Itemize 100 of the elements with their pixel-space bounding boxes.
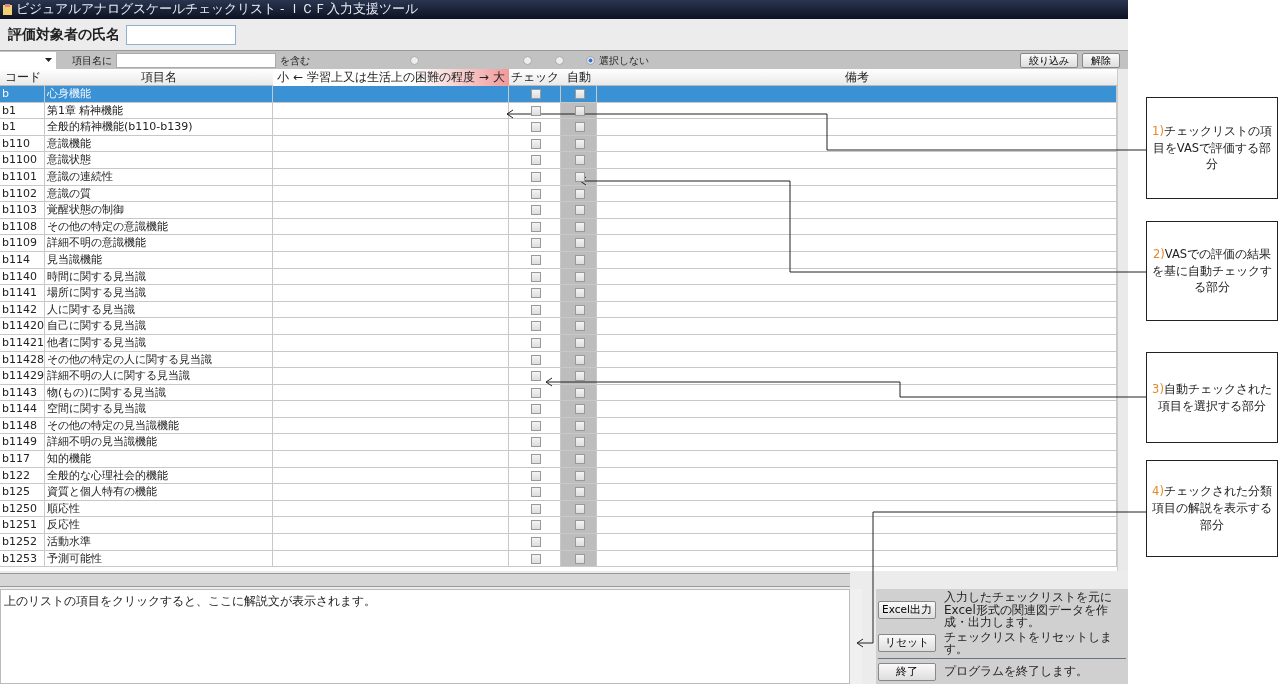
- checkbox[interactable]: [574, 89, 585, 99]
- checkbox[interactable]: [574, 155, 585, 166]
- action-button[interactable]: Excel出力: [878, 600, 936, 619]
- description-area[interactable]: 上のリストの項目をクリックすると、ここに解説文が表示されます。: [0, 589, 850, 684]
- table-row[interactable]: b1140 時間に関する見当識: [0, 268, 1117, 286]
- filter-button[interactable]: 絞り込み: [1020, 52, 1078, 68]
- checkbox[interactable]: [574, 387, 585, 398]
- checkbox[interactable]: [530, 487, 541, 498]
- radio-button[interactable]: [523, 55, 532, 65]
- checkbox[interactable]: [530, 288, 541, 299]
- table-row[interactable]: b1143 物(もの)に関する見当識: [0, 384, 1117, 402]
- checkbox[interactable]: [530, 404, 541, 415]
- checkbox[interactable]: [530, 354, 541, 365]
- table-row[interactable]: b1250 順応性: [0, 500, 1117, 518]
- filter-button[interactable]: 解除: [1082, 52, 1120, 68]
- checkbox[interactable]: [530, 188, 541, 199]
- checkbox[interactable]: [574, 105, 585, 116]
- checkbox[interactable]: [574, 238, 585, 249]
- checkbox[interactable]: [530, 205, 541, 216]
- table-row[interactable]: b1 全般的精神機能(b110-b139): [0, 119, 1117, 136]
- table-row[interactable]: b1103 覚醒状態の制御: [0, 202, 1117, 219]
- checkbox[interactable]: [574, 553, 585, 564]
- table-row[interactable]: b1102 意識の質: [0, 185, 1117, 203]
- checkbox[interactable]: [530, 254, 541, 265]
- checkbox[interactable]: [530, 420, 541, 431]
- checkbox[interactable]: [530, 304, 541, 315]
- checkbox[interactable]: [574, 321, 585, 332]
- table-row[interactable]: b1142 人に関する見当識: [0, 301, 1117, 319]
- checkbox[interactable]: [530, 271, 541, 282]
- table-row[interactable]: b1253 予測可能性: [0, 550, 1117, 568]
- table-row[interactable]: b122 全般的な心理社会的機能: [0, 467, 1117, 485]
- checkbox[interactable]: [574, 437, 585, 448]
- checkbox[interactable]: [530, 437, 541, 448]
- table-row[interactable]: b110 意識機能: [0, 135, 1117, 153]
- checkbox[interactable]: [574, 404, 585, 415]
- checkbox[interactable]: [530, 387, 541, 398]
- subject-name-field[interactable]: [126, 24, 236, 45]
- table-row[interactable]: b1144 空間に関する見当識: [0, 401, 1117, 418]
- table-row[interactable]: b11421 他者に関する見当識: [0, 334, 1117, 352]
- checkbox[interactable]: [574, 138, 585, 149]
- checkbox[interactable]: [574, 288, 585, 299]
- checkbox[interactable]: [574, 487, 585, 498]
- checkbox[interactable]: [530, 337, 541, 348]
- checkbox[interactable]: [530, 553, 541, 564]
- checkbox[interactable]: [530, 105, 541, 116]
- table-row[interactable]: b1141 場所に関する見当識: [0, 285, 1117, 302]
- checkbox[interactable]: [574, 271, 585, 282]
- radio-button[interactable]: [410, 55, 419, 65]
- checkbox[interactable]: [574, 354, 585, 365]
- table-row[interactable]: b1251 反応性: [0, 517, 1117, 535]
- checkbox[interactable]: [530, 155, 541, 166]
- checkbox[interactable]: [530, 171, 541, 182]
- table-row[interactable]: b11428 その他の特定の人に関する見当識: [0, 351, 1117, 369]
- table-row[interactable]: b114 見当識機能: [0, 251, 1117, 269]
- checkbox[interactable]: [574, 254, 585, 265]
- checkbox[interactable]: [574, 503, 585, 514]
- table-row[interactable]: b1252 活動水準: [0, 534, 1117, 551]
- checkbox[interactable]: [574, 520, 585, 531]
- table-row[interactable]: b1148 その他の特定の見当識機能: [0, 417, 1117, 435]
- checkbox[interactable]: [574, 537, 585, 548]
- checkbox[interactable]: [530, 371, 541, 382]
- checkbox[interactable]: [574, 371, 585, 382]
- table-row[interactable]: b117 知的機能: [0, 451, 1117, 468]
- checkbox[interactable]: [574, 188, 585, 199]
- filter-field[interactable]: [116, 52, 276, 68]
- checkbox[interactable]: [530, 138, 541, 149]
- checkbox[interactable]: [574, 304, 585, 315]
- table-row[interactable]: b1100 意識状態: [0, 152, 1117, 169]
- table-row[interactable]: b1108 その他の特定の意識機能: [0, 218, 1117, 236]
- table-row[interactable]: b11420 自己に関する見当識: [0, 318, 1117, 335]
- checkbox[interactable]: [530, 470, 541, 481]
- checkbox[interactable]: [574, 205, 585, 216]
- table-row[interactable]: b11429 詳細不明の人に関する見当識: [0, 368, 1117, 385]
- checkbox[interactable]: [574, 171, 585, 182]
- table-row[interactable]: b1149 詳細不明の見当識機能: [0, 434, 1117, 452]
- dropdown[interactable]: [0, 51, 56, 69]
- vertical-scrollbar[interactable]: [1117, 69, 1128, 571]
- radio-button[interactable]: [555, 55, 564, 65]
- checkbox[interactable]: [530, 503, 541, 514]
- description-scrollbar[interactable]: [850, 589, 862, 684]
- action-button[interactable]: 終了: [878, 662, 936, 681]
- checkbox[interactable]: [574, 420, 585, 431]
- checkbox[interactable]: [530, 221, 541, 232]
- checkbox[interactable]: [530, 89, 541, 99]
- checkbox[interactable]: [530, 537, 541, 548]
- checkbox[interactable]: [574, 122, 585, 133]
- checkbox[interactable]: [574, 337, 585, 348]
- checkbox[interactable]: [530, 520, 541, 531]
- checkbox[interactable]: [530, 122, 541, 133]
- checkbox[interactable]: [574, 470, 585, 481]
- table-row[interactable]: b125 資質と個人特有の機能: [0, 484, 1117, 501]
- checkbox[interactable]: [574, 454, 585, 465]
- checkbox[interactable]: [530, 321, 541, 332]
- checkbox[interactable]: [574, 221, 585, 232]
- table-row[interactable]: b1 第1章 精神機能: [0, 102, 1117, 120]
- table-row[interactable]: b1101 意識の連続性: [0, 168, 1117, 186]
- checkbox[interactable]: [530, 238, 541, 249]
- radio-button[interactable]: [586, 55, 595, 65]
- table-row[interactable]: b1109 詳細不明の意識機能: [0, 235, 1117, 252]
- checkbox[interactable]: [530, 454, 541, 465]
